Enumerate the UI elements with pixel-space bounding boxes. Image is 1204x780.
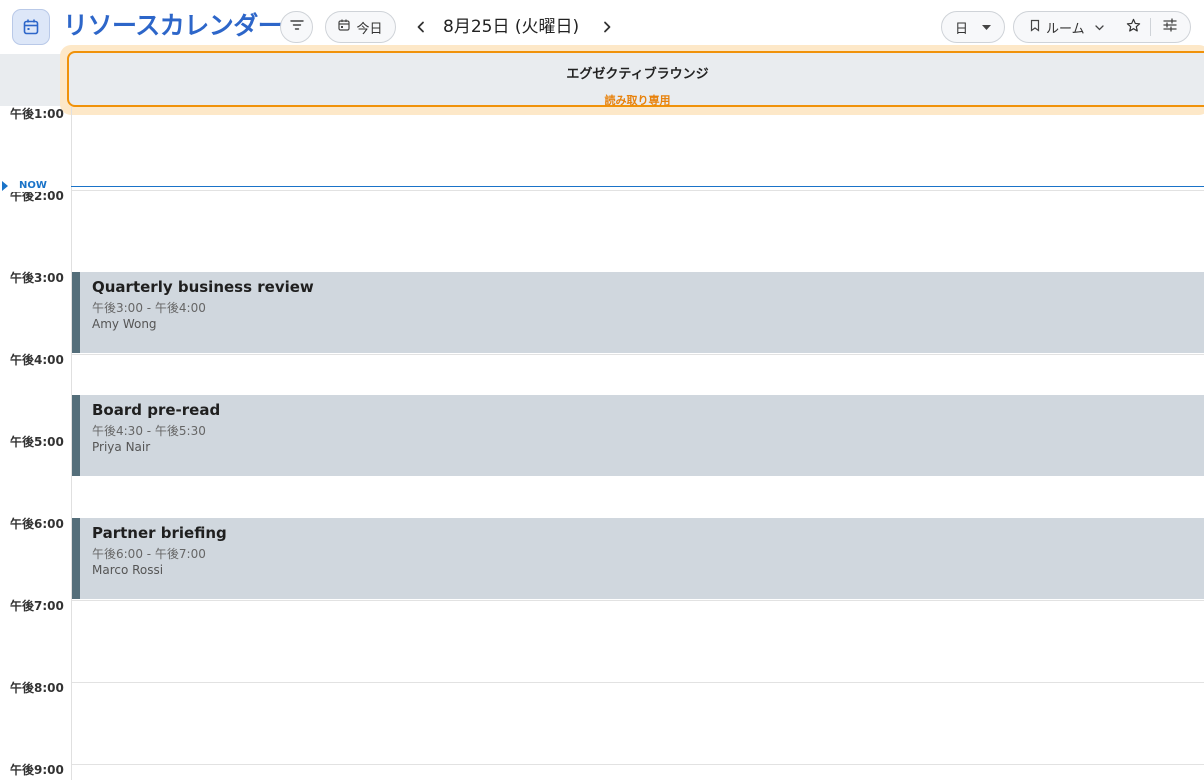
today-label: 今日 bbox=[356, 21, 383, 37]
event-organizer: Priya Nair bbox=[92, 440, 151, 454]
time-label: 午後4:00 bbox=[10, 353, 64, 367]
bookmark-icon bbox=[1030, 19, 1040, 36]
event-block[interactable]: Board pre-read 午後4:30 - 午後5:30 Priya Nai… bbox=[72, 395, 1204, 476]
chevron-right-icon bbox=[602, 18, 612, 37]
calendar-icon bbox=[338, 19, 351, 35]
settings-button[interactable] bbox=[1151, 18, 1189, 36]
now-indicator-line bbox=[71, 186, 1204, 187]
star-icon bbox=[1126, 18, 1141, 37]
time-label: 午後6:00 bbox=[10, 517, 64, 531]
hour-line bbox=[72, 190, 1204, 191]
event-time: 午後4:30 - 午後5:30 bbox=[92, 424, 206, 438]
filter-icon bbox=[289, 19, 304, 35]
time-label: 午後3:00 bbox=[10, 271, 64, 285]
view-label: 日 bbox=[954, 21, 968, 37]
room-selector[interactable]: ルーム bbox=[1014, 18, 1116, 37]
resource-column-header[interactable]: エグゼクティブラウンジ 読み取り専用 bbox=[67, 51, 1204, 107]
time-label: 午後7:00 bbox=[10, 599, 64, 613]
event-time: 午後6:00 - 午後7:00 bbox=[92, 547, 206, 561]
hour-line bbox=[72, 682, 1204, 683]
event-block[interactable]: Partner briefing 午後6:00 - 午後7:00 Marco R… bbox=[72, 518, 1204, 599]
chevron-left-icon bbox=[416, 18, 426, 37]
time-label: 午後8:00 bbox=[10, 681, 64, 695]
filter-button[interactable] bbox=[280, 11, 313, 43]
time-gutter-header bbox=[0, 54, 66, 106]
resource-name: エグゼクティブラウンジ bbox=[566, 67, 709, 82]
favorite-button[interactable] bbox=[1116, 18, 1150, 37]
chevron-down-icon bbox=[1094, 20, 1104, 35]
current-date-label: 8月25日 (火曜日) bbox=[443, 17, 580, 37]
now-arrow-icon bbox=[2, 181, 8, 191]
now-label: NOW bbox=[12, 180, 50, 192]
event-organizer: Amy Wong bbox=[92, 317, 157, 331]
event-title: Quarterly business review bbox=[92, 278, 314, 296]
time-label: 午後1:00 bbox=[10, 107, 64, 121]
tune-icon bbox=[1163, 18, 1177, 36]
time-label: 午後5:00 bbox=[10, 435, 64, 449]
hour-line bbox=[72, 600, 1204, 601]
event-time: 午後3:00 - 午後4:00 bbox=[92, 301, 206, 315]
previous-day-button[interactable] bbox=[408, 13, 434, 41]
today-button[interactable]: 今日 bbox=[325, 11, 396, 43]
caret-down-icon bbox=[982, 20, 991, 35]
time-label: 午後9:00 bbox=[10, 763, 64, 777]
next-day-button[interactable] bbox=[594, 13, 620, 41]
app-title: リソースカレンダー bbox=[63, 11, 283, 40]
view-selector[interactable]: 日 bbox=[941, 11, 1005, 43]
event-title: Board pre-read bbox=[92, 401, 221, 419]
event-organizer: Marco Rossi bbox=[92, 563, 164, 577]
read-only-badge: 読み取り専用 bbox=[604, 94, 671, 107]
hour-line bbox=[72, 354, 1204, 355]
hour-line bbox=[72, 764, 1204, 765]
event-title: Partner briefing bbox=[92, 524, 227, 542]
event-block[interactable]: Quarterly business review 午後3:00 - 午後4:0… bbox=[72, 272, 1204, 353]
room-label: ルーム bbox=[1046, 21, 1085, 37]
room-toolbar-group: ルーム bbox=[1013, 11, 1191, 43]
calendar-app-icon[interactable] bbox=[12, 9, 50, 45]
